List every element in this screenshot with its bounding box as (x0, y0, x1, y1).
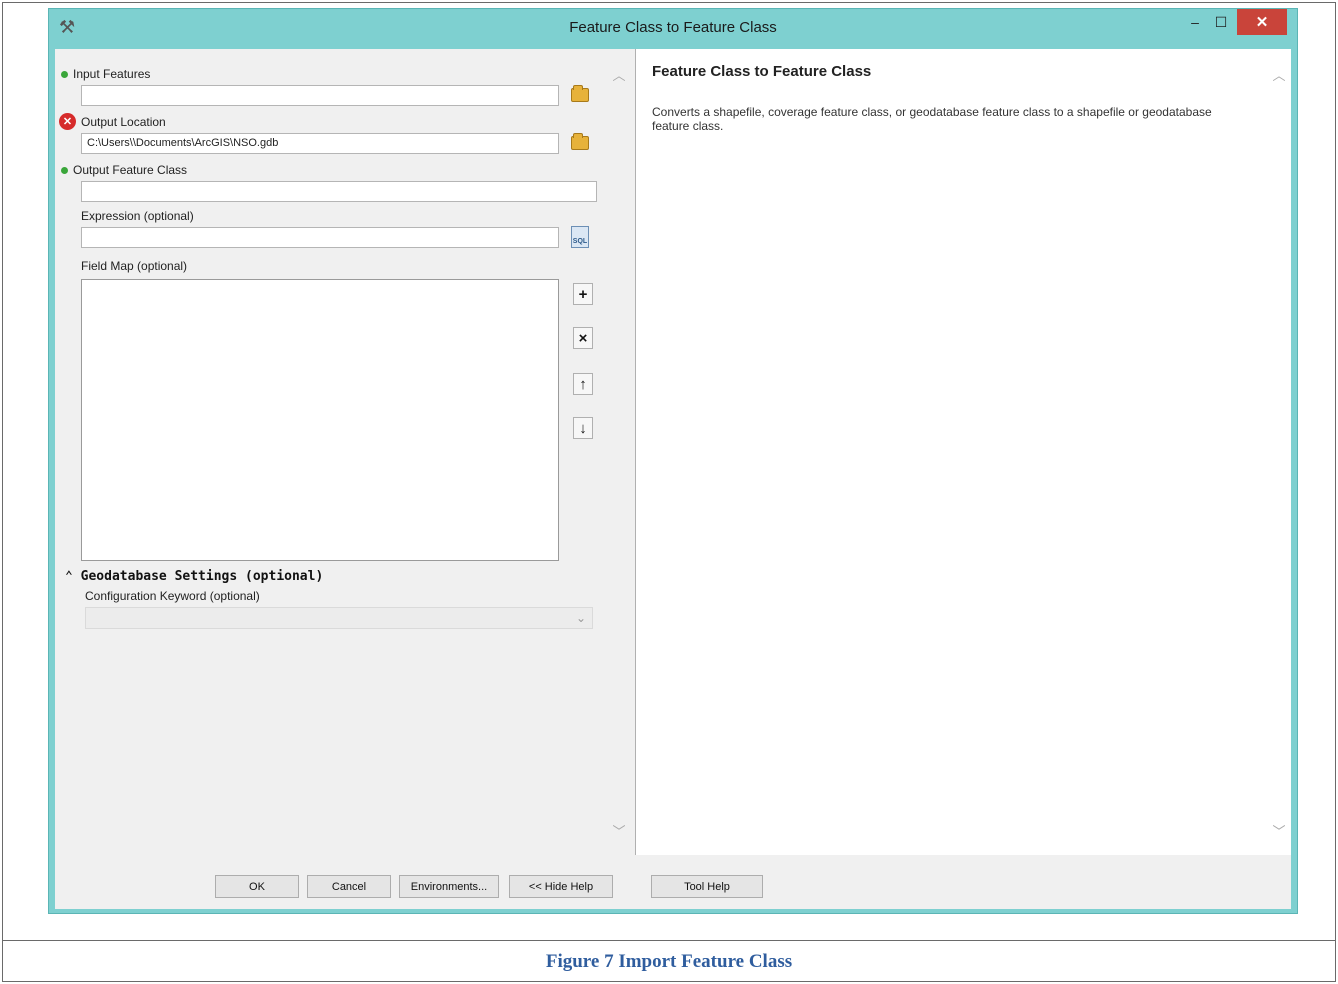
input-features-label: Input Features (61, 67, 150, 81)
field-map-label: Field Map (optional) (81, 259, 188, 273)
output-feature-class-label: Output Feature Class (61, 163, 187, 177)
maximize-button[interactable]: ☐ (1209, 9, 1233, 35)
hide-help-button[interactable]: << Hide Help (509, 875, 613, 898)
field-map-list[interactable] (81, 279, 559, 561)
dialog-client: Input Features ✕ Output Location C:\User… (55, 49, 1291, 909)
scroll-up-icon[interactable]: ︿ (612, 65, 626, 84)
scroll-down-icon[interactable]: ﹀ (1272, 821, 1286, 840)
output-location-browse-button[interactable] (569, 132, 591, 154)
folder-icon (571, 85, 589, 102)
folder-icon (571, 133, 589, 150)
input-features-field[interactable] (81, 85, 559, 106)
move-down-button[interactable]: ↓ (573, 417, 593, 439)
help-title: Feature Class to Feature Class (652, 63, 872, 80)
expression-field[interactable] (81, 227, 559, 248)
button-bar: OK Cancel Environments... << Hide Help T… (55, 855, 1291, 909)
figure-caption: Figure 7 Import Feature Class (545, 950, 793, 972)
close-button[interactable]: ✕ (1237, 9, 1287, 35)
help-panel: Feature Class to Feature Class Converts … (635, 49, 1291, 855)
error-icon: ✕ (59, 113, 76, 130)
add-field-button[interactable]: + (573, 283, 593, 305)
output-location-field[interactable]: C:\Users\\Documents\ArcGIS\NSO.gdb (81, 133, 559, 154)
parameters-panel: Input Features ✕ Output Location C:\User… (55, 49, 629, 855)
scroll-down-icon[interactable]: ﹀ (612, 821, 626, 840)
dialog-window: ⚒ Feature Class to Feature Class – ☐ ✕ I… (48, 8, 1298, 914)
input-features-browse-button[interactable] (569, 84, 591, 106)
parameters-scrollbar[interactable]: ︿ ﹀ (610, 49, 628, 855)
window-title: Feature Class to Feature Class (569, 19, 777, 36)
chevron-down-icon: ⌄ (575, 611, 586, 625)
move-up-button[interactable]: ↑ (573, 373, 593, 395)
ok-button[interactable]: OK (215, 875, 299, 898)
title-bar[interactable]: ⚒ Feature Class to Feature Class – ☐ ✕ (49, 9, 1297, 49)
scroll-up-icon[interactable]: ︿ (1272, 65, 1286, 84)
required-dot-icon (61, 166, 68, 174)
geodatabase-settings-header[interactable]: ⌃ Geodatabase Settings (optional) (65, 569, 323, 584)
help-scrollbar[interactable]: ︿ ﹀ (1270, 49, 1288, 855)
remove-field-button[interactable]: × (573, 327, 593, 349)
cancel-button[interactable]: Cancel (307, 875, 391, 898)
output-location-label: ✕ Output Location (59, 113, 166, 130)
help-description: Converts a shapefile, coverage feature c… (652, 105, 1212, 133)
required-dot-icon (61, 70, 68, 78)
environments-button[interactable]: Environments... (399, 875, 499, 898)
expression-label: Expression (optional) (81, 209, 194, 223)
collapse-chevron-icon: ⌃ (65, 569, 73, 584)
minimize-button[interactable]: – (1183, 9, 1207, 35)
output-feature-class-field[interactable] (81, 181, 597, 202)
tool-help-button[interactable]: Tool Help (651, 875, 763, 898)
config-keyword-select[interactable]: ⌄ (85, 607, 593, 629)
config-keyword-label: Configuration Keyword (optional) (85, 589, 260, 603)
sql-icon[interactable]: SQL (571, 226, 589, 248)
